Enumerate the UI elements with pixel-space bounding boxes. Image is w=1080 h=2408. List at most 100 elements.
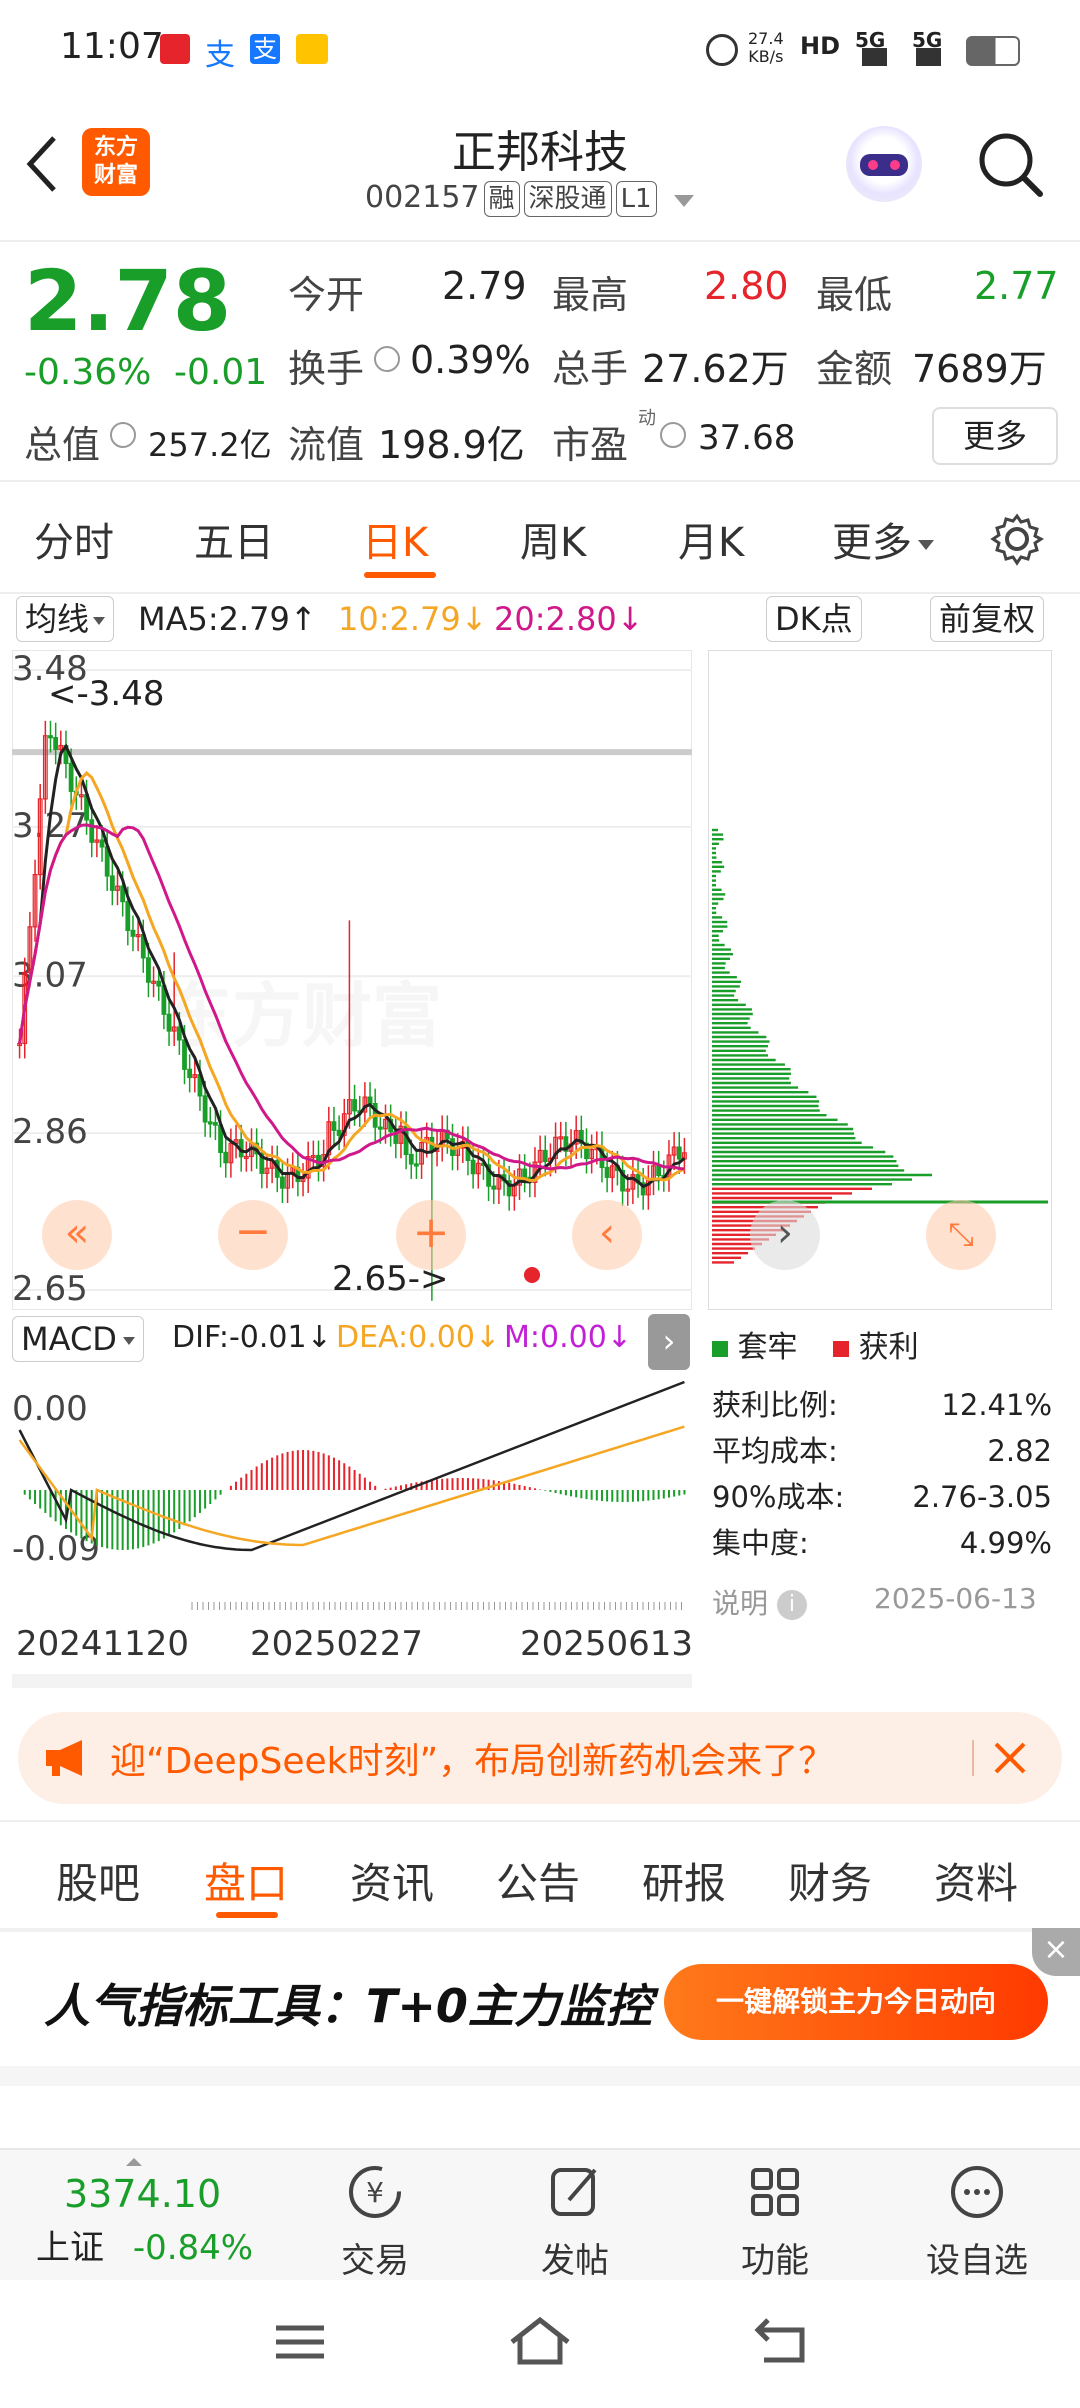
promo-banner[interactable]: 迎“DeepSeek时刻”，布局创新药机会来了？ <box>18 1712 1062 1804</box>
tab-orderbook[interactable]: 盘口 <box>204 1850 288 1911</box>
tab-finance[interactable]: 财务 <box>788 1850 872 1911</box>
function-button[interactable]: 功能 <box>700 2160 850 2282</box>
candle-body <box>470 1159 476 1175</box>
m-legend: M:0.00↓ <box>504 1320 632 1355</box>
tab-forum[interactable]: 股吧 <box>56 1850 140 1911</box>
tab-daily-k[interactable]: 日K <box>362 510 428 568</box>
caret-down-icon <box>93 617 106 625</box>
tab-more[interactable]: 更多 <box>832 510 934 568</box>
candle-body <box>656 1165 662 1177</box>
info-icon[interactable] <box>110 422 136 448</box>
stock-code-row[interactable]: 002157 融深股通 L1 <box>365 180 695 217</box>
chip-next-button[interactable]: › <box>750 1200 820 1270</box>
candle-body <box>146 957 151 983</box>
search-icon[interactable] <box>974 128 1046 200</box>
chip-stat-row: 集中度: 4.99% <box>712 1526 1052 1560</box>
info-icon[interactable] <box>374 346 400 372</box>
back-icon[interactable] <box>752 2316 812 2366</box>
tab-announcements[interactable]: 公告 <box>496 1850 580 1911</box>
dif-legend: DIF:-0.01↓ <box>172 1320 332 1355</box>
tag-connect: 深股通 <box>523 181 612 217</box>
dropdown-icon <box>674 195 695 207</box>
chip-stat-row: 平均成本: 2.82 <box>712 1434 1052 1468</box>
mktcap-label: 总值 <box>24 423 101 467</box>
zoom-out-button[interactable]: − <box>218 1200 288 1270</box>
turnover-label: 换手 <box>288 347 365 391</box>
add-watchlist-button[interactable]: 设自选 <box>902 2160 1052 2282</box>
settings-gear-icon[interactable] <box>990 512 1044 566</box>
more-dots-icon <box>951 2166 1003 2218</box>
scroll-left-button[interactable]: « <box>42 1200 112 1270</box>
tab-research[interactable]: 研报 <box>642 1850 726 1911</box>
adjust-selector[interactable]: 前复权 <box>930 596 1045 642</box>
change-percent: -0.36% <box>24 352 152 393</box>
date-label-end: 20250613 <box>520 1624 694 1664</box>
pe-superscript: 动 <box>638 408 656 429</box>
period-tabs: 分时 五日 日K 周K 月K 更多 <box>0 480 1080 594</box>
info-icon[interactable] <box>660 422 686 448</box>
ad-block[interactable]: 人气指标工具：T+0主力监控 一键解锁主力今日动向 × <box>0 1928 1080 2086</box>
candle-body <box>223 1151 229 1164</box>
pe-value: 37.68 <box>698 418 796 458</box>
hd-icon: HD <box>800 32 841 60</box>
change-amount: -0.01 <box>174 352 268 393</box>
candle-body <box>182 1039 187 1070</box>
alarm-icon <box>706 34 738 66</box>
stock-name: 正邦科技 <box>452 127 628 178</box>
back-arrow-icon[interactable] <box>22 132 62 196</box>
home-icon[interactable] <box>508 2314 572 2368</box>
ad-cta-button[interactable]: 一键解锁主力今日动向 <box>664 1964 1048 2040</box>
high-label: 最高 <box>552 273 629 317</box>
macd-panel[interactable]: 0.00-0.09 <box>12 1370 692 1610</box>
dea-legend: DEA:0.00↓ <box>336 1320 501 1355</box>
macd-selector[interactable]: MACD <box>12 1316 144 1362</box>
open-value: 2.79 <box>442 264 527 308</box>
candle-body <box>99 839 105 848</box>
tab-profile[interactable]: 资料 <box>934 1850 1018 1911</box>
step-left-button[interactable]: ‹ <box>572 1200 642 1270</box>
tag-level: L1 <box>615 181 657 217</box>
stock-code: 002157 <box>365 180 480 215</box>
candle-body <box>352 1099 357 1112</box>
candle-body <box>187 1068 193 1079</box>
divider <box>0 2066 1080 2086</box>
expand-icon[interactable]: ⤡ <box>926 1200 996 1270</box>
close-icon[interactable] <box>992 1740 1028 1776</box>
ad-close-icon[interactable]: × <box>1032 1928 1080 1976</box>
index-ticker[interactable]: 3374.10 上证 -0.84% <box>36 2158 286 2269</box>
candle-body <box>408 1153 414 1165</box>
ma-selector[interactable]: 均线 <box>16 596 115 642</box>
robot-assistant-icon[interactable] <box>846 126 922 202</box>
macd-tick-label: 0.00 <box>12 1389 88 1429</box>
chip-stat-row: 90%成本: 2.76-3.05 <box>712 1480 1052 1514</box>
stock-header: 东方 财富 正邦科技 002157 融深股通 L1 <box>0 100 1080 230</box>
tab-intraday[interactable]: 分时 <box>34 510 114 568</box>
tab-five-day[interactable]: 五日 <box>194 510 274 568</box>
tab-monthly-k[interactable]: 月K <box>678 510 744 568</box>
turnover-value: 0.39% <box>410 338 531 382</box>
pe-label: 市盈 <box>552 423 629 467</box>
candle-body <box>156 980 162 987</box>
candle-body <box>522 1168 528 1178</box>
net-speed: 27.4 KB/s <box>748 29 784 66</box>
more-button[interactable]: 更多 <box>932 407 1058 465</box>
banner-text: 迎“DeepSeek时刻”，布局创新药机会来了？ <box>110 1741 835 1782</box>
chip-note-link[interactable]: 说明 i <box>712 1582 807 1622</box>
ma5-legend: MA5:2.79↑ <box>138 600 317 638</box>
candle-body <box>166 1013 172 1032</box>
tab-news[interactable]: 资讯 <box>350 1850 434 1911</box>
zoom-in-button[interactable]: + <box>396 1200 466 1270</box>
dk-point-selector[interactable]: DK点 <box>766 596 862 642</box>
trade-button[interactable]: ¥ 交易 <box>300 2160 450 2282</box>
post-button[interactable]: 发帖 <box>500 2160 650 2282</box>
amount-label: 金额 <box>816 347 893 391</box>
candle-body <box>89 819 95 843</box>
panel-toggle-arrow[interactable]: › <box>648 1314 690 1370</box>
chip-stats: 获利比例: 12.41% 平均成本: 2.82 90%成本: 2.76-3.05 集中… <box>712 1382 1052 1566</box>
alipay-icon: 支 <box>205 38 235 73</box>
candle-body <box>130 929 136 937</box>
signal-bars-2-icon <box>916 48 952 66</box>
tab-weekly-k[interactable]: 周K <box>520 510 586 568</box>
current-price: 2.78 <box>24 252 232 350</box>
menu-icon[interactable] <box>272 2320 328 2364</box>
